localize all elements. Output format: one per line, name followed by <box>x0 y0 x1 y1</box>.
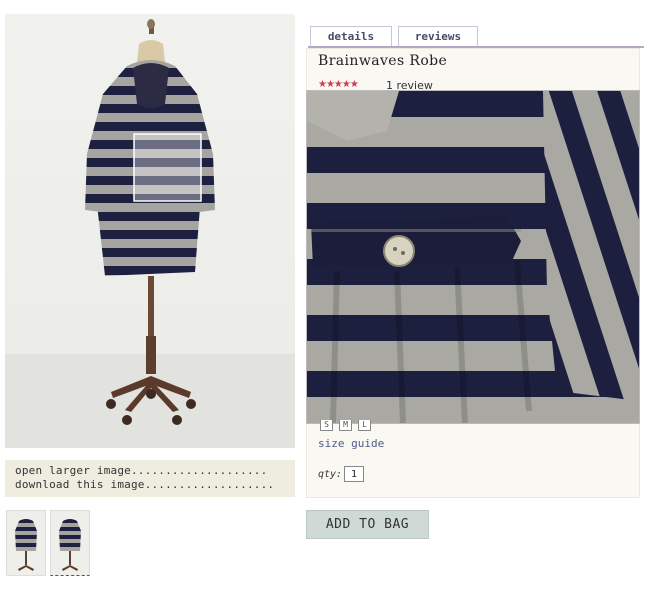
size-option-m[interactable]: M <box>339 420 352 431</box>
tab-reviews[interactable]: reviews <box>398 26 478 47</box>
add-to-bag-button[interactable]: ADD TO BAG <box>306 510 429 539</box>
tab-details[interactable]: details <box>310 26 392 47</box>
main-product-image[interactable] <box>5 14 295 448</box>
thumbnail-robe-illustration <box>51 511 89 575</box>
image-links-panel: open larger image.................... do… <box>5 460 295 497</box>
quantity-label: qty: <box>318 469 343 480</box>
thumbnail-front-view[interactable] <box>6 510 46 576</box>
thumbnail-robe-illustration <box>7 511 45 575</box>
size-option-s[interactable]: S <box>320 420 333 431</box>
zoomed-fabric-button-illustration <box>307 91 639 423</box>
size-guide-link[interactable]: size guide <box>318 437 384 450</box>
open-larger-image-link[interactable]: open larger image.................... <box>15 464 295 478</box>
robe-on-dress-form-illustration <box>5 19 295 448</box>
product-title: Brainwaves Robe <box>318 53 448 69</box>
quantity-input[interactable] <box>344 466 364 482</box>
zoomed-detail-view <box>306 90 640 424</box>
download-image-link[interactable]: download this image................... <box>15 478 295 492</box>
product-tabs: details reviews <box>308 26 644 48</box>
size-option-l[interactable]: L <box>358 420 371 431</box>
rating-stars: ★★★★★ <box>318 79 359 90</box>
thumbnail-back-view[interactable] <box>50 510 90 576</box>
